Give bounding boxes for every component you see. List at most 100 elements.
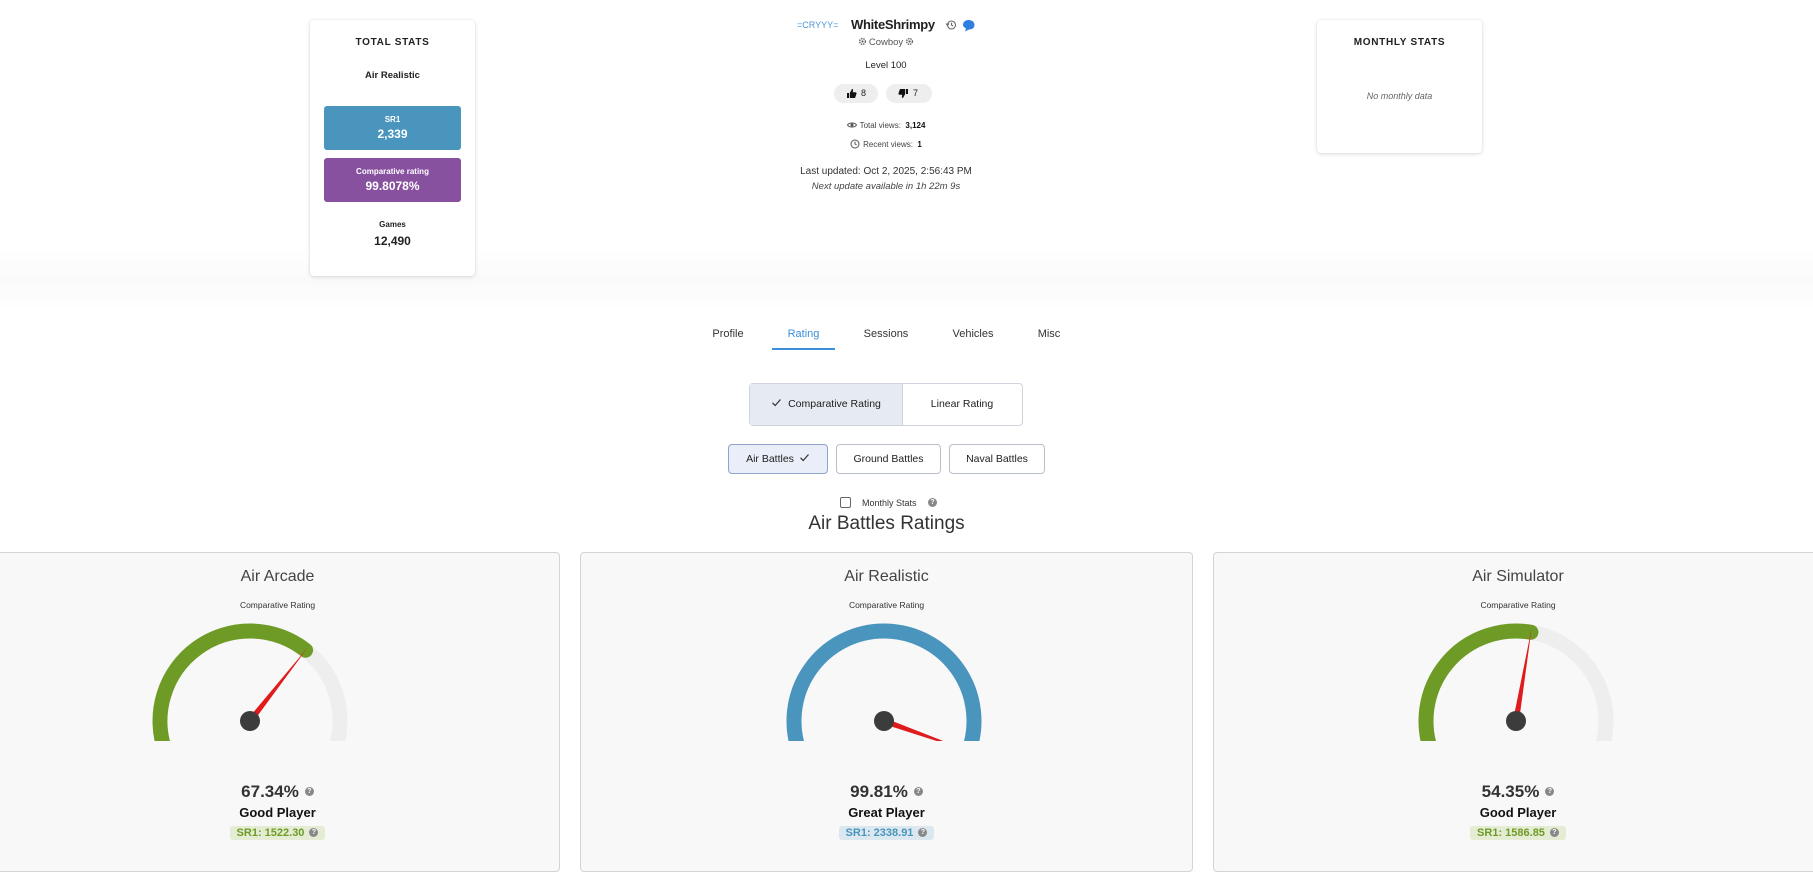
name-row: =CRYYY= WhiteShrimpy bbox=[686, 17, 1086, 33]
gauge-title: Air Realistic bbox=[844, 568, 929, 585]
check-icon bbox=[772, 399, 782, 407]
gauge-needle bbox=[247, 647, 309, 723]
gauge-sr-badge: SR1: 1522.30 bbox=[229, 826, 326, 840]
total-stats-card: TOTAL STATS Air Realistic SR1 2,339 Comp… bbox=[310, 20, 475, 276]
total-stats-title: TOTAL STATS bbox=[355, 37, 430, 48]
gauge-percent: 67.34% bbox=[0, 782, 559, 802]
gauge-needle-hub bbox=[240, 711, 260, 731]
help-icon[interactable] bbox=[1549, 828, 1559, 837]
gauge-percent-value: 67.34% bbox=[241, 782, 299, 801]
monthly-stats-checkbox[interactable] bbox=[840, 497, 851, 508]
player-name: WhiteShrimpy bbox=[851, 17, 935, 32]
player-title: Cowboy bbox=[868, 37, 904, 48]
gauge-sr-wrap: SR1: 1522.30 bbox=[0, 823, 559, 841]
tab-misc[interactable]: Misc bbox=[1027, 326, 1071, 350]
gear-icon bbox=[906, 37, 914, 46]
gauge-sr-value: SR1: 1586.85 bbox=[1477, 827, 1545, 839]
gauge-subtitle: Comparative Rating bbox=[239, 600, 316, 610]
history-icon[interactable] bbox=[945, 19, 957, 31]
thumbs-up-icon bbox=[847, 89, 857, 98]
gauge-classification: Good Player bbox=[239, 805, 316, 820]
sr1-value: 2,339 bbox=[377, 127, 408, 141]
total-views-label: Total views: bbox=[859, 121, 901, 130]
clock-icon bbox=[850, 139, 860, 149]
gauge-title: Air Arcade bbox=[240, 568, 315, 585]
gauge-chart bbox=[152, 623, 348, 741]
eye-icon bbox=[846, 122, 857, 128]
comparative-rating-option[interactable]: Comparative Rating bbox=[750, 384, 903, 425]
gauge-needle bbox=[1513, 628, 1532, 722]
games-value: 12,490 bbox=[374, 234, 411, 248]
gauge-percent-value: 54.35% bbox=[1481, 782, 1540, 801]
gauge-card-air-realistic: Air Realistic Comparative Rating 99.81% … bbox=[580, 552, 1193, 872]
gauge-needle bbox=[882, 718, 944, 741]
comparative-rating-box: Comparative rating 99.8078% bbox=[324, 158, 461, 202]
comparative-rating-label: Comparative rating bbox=[356, 167, 429, 176]
gauge-card-air-arcade: Air Arcade Comparative Rating 67.34% Goo… bbox=[0, 552, 560, 872]
gauge-subtitle: Comparative Rating bbox=[1480, 600, 1556, 610]
help-icon[interactable] bbox=[304, 787, 314, 796]
recent-views-value: 1 bbox=[917, 140, 922, 149]
dislike-button[interactable]: 7 bbox=[886, 84, 932, 103]
no-monthly-data: No monthly data bbox=[1366, 91, 1433, 101]
gauge-sr-badge: SR1: 2338.91 bbox=[838, 826, 935, 840]
gauge-sr-badge: SR1: 1586.85 bbox=[1470, 826, 1566, 840]
comparative-rating-option-label: Comparative Rating bbox=[788, 398, 881, 410]
tab-sessions[interactable]: Sessions bbox=[853, 326, 919, 350]
gauge-needle-hub bbox=[1506, 711, 1526, 731]
tab-vehicles[interactable]: Vehicles bbox=[943, 326, 1003, 350]
help-icon[interactable] bbox=[928, 498, 937, 507]
tab-rating[interactable]: Rating bbox=[772, 326, 835, 350]
last-updated: Last updated: Oct 2, 2025, 2:56:43 PM bbox=[800, 166, 972, 177]
sr1-label: SR1 bbox=[384, 115, 401, 124]
gauge-percent: 99.81% bbox=[581, 782, 1192, 802]
section-title: Air Battles Ratings bbox=[808, 513, 965, 534]
gauge-chart bbox=[1418, 623, 1614, 741]
gauge-classification: Great Player bbox=[848, 805, 925, 820]
tab-profile[interactable]: Profile bbox=[700, 326, 756, 350]
gauge-card-air-simulator: Air Simulator Comparative Rating 54.35% … bbox=[1213, 552, 1813, 872]
help-icon[interactable] bbox=[309, 828, 319, 837]
recent-views-label: Recent views: bbox=[863, 140, 913, 149]
clan-tag[interactable]: =CRYYY= bbox=[797, 20, 838, 30]
help-icon[interactable] bbox=[913, 787, 923, 796]
naval-battles-button[interactable]: Naval Battles bbox=[949, 444, 1045, 474]
gauge-sr-wrap: SR1: 2338.91 bbox=[581, 823, 1192, 841]
gauge-needle-hub bbox=[874, 711, 894, 731]
gauge-fill bbox=[152, 623, 314, 741]
total-views-value: 3,124 bbox=[905, 121, 926, 130]
air-battles-label: Air Battles bbox=[746, 453, 794, 465]
games-label: Games bbox=[379, 220, 406, 229]
check-icon bbox=[799, 454, 809, 462]
total-views-row: Total views: 3,124 bbox=[686, 120, 1086, 130]
monthly-stats-card: MONTHLY STATS No monthly data bbox=[1317, 20, 1482, 153]
monthly-stats-label: Monthly Stats bbox=[862, 498, 917, 508]
player-title-row: Cowboy bbox=[686, 37, 1086, 48]
like-count: 8 bbox=[861, 88, 867, 98]
active-tab-indicator bbox=[772, 348, 835, 350]
gauge-sr-wrap: SR1: 1586.85 bbox=[1214, 823, 1813, 841]
gear-icon bbox=[858, 37, 866, 46]
help-icon[interactable] bbox=[918, 828, 928, 837]
next-update: Next update available in 1h 22m 9s bbox=[811, 181, 961, 192]
linear-rating-option[interactable]: Linear Rating bbox=[902, 384, 1022, 425]
air-battles-button[interactable]: Air Battles bbox=[728, 444, 828, 474]
tab-bar: Profile Rating Sessions Vehicles Misc bbox=[700, 326, 1072, 350]
gauge-classification: Good Player bbox=[1479, 805, 1557, 820]
help-icon[interactable] bbox=[1545, 787, 1555, 796]
rating-type-toggle: Comparative Rating Linear Rating bbox=[749, 383, 1023, 426]
total-stats-mode: Air Realistic bbox=[365, 70, 420, 81]
recent-views-row: Recent views: 1 bbox=[686, 139, 1086, 149]
gauge-title: Air Simulator bbox=[1472, 568, 1564, 585]
gauge-sr-value: SR1: 1522.30 bbox=[236, 827, 305, 839]
gauge-subtitle: Comparative Rating bbox=[848, 600, 925, 610]
like-button[interactable]: 8 bbox=[834, 84, 878, 103]
monthly-stats-title: MONTHLY STATS bbox=[1353, 37, 1446, 48]
ground-battles-button[interactable]: Ground Battles bbox=[836, 444, 941, 474]
gauge-sr-value: SR1: 2338.91 bbox=[845, 827, 914, 839]
comparative-rating-value: 99.8078% bbox=[365, 179, 420, 193]
player-level: Level 100 bbox=[865, 60, 907, 71]
gauge-percent-value: 99.81% bbox=[850, 782, 908, 801]
dislike-count: 7 bbox=[913, 88, 919, 98]
chat-bubble-icon[interactable] bbox=[962, 19, 975, 32]
